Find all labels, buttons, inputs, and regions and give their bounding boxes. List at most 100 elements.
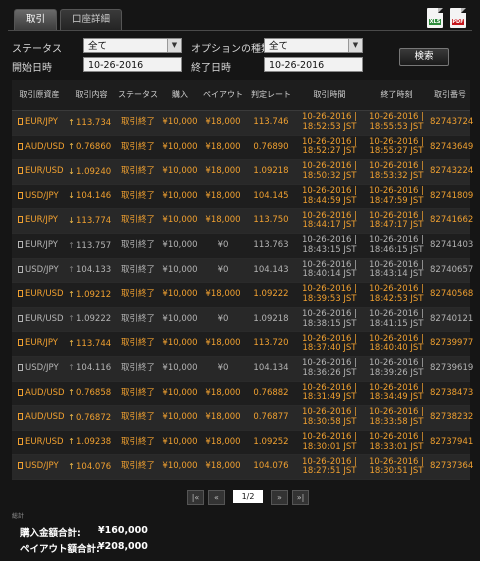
direction-arrow-icon: ↑ [68,142,75,152]
judge-rate-cell: 0.76882 [253,387,289,398]
page-input[interactable]: 1/2 [233,490,263,503]
trade-time-cell: 10-26-2016 | 18:52:53 JST [296,113,363,132]
table-row[interactable]: AUD/USD ↑0.76860 取引終了 ¥10,000 ¥18,000 0.76890… [12,135,474,161]
trade-id-cell: 82741403 [430,240,474,251]
purchase-cell: ¥10,000 [162,141,198,152]
table-row[interactable]: USD/JPY ↑104.076 取引終了 ¥10,000 ¥18,000 104.076… [12,455,473,480]
search-button[interactable]: 検索 [399,48,449,66]
option-type-label: オプションの種類 [191,44,271,55]
trade-time-cell: 10-26-2016 | 18:50:32 JST [296,162,363,181]
table-row[interactable]: EUR/JPY ↑113.757 取引終了 ¥10,000 ¥0 113.763 10-26… [12,233,474,259]
payout-cell: ¥0 [217,362,229,373]
payout-cell: ¥18,000 [205,190,241,201]
table-row[interactable]: EUR/USD ↑1.09222 取引終了 ¥10,000 ¥0 1.09218 10-26… [12,307,473,333]
end-time-cell: 10-26-2016 | 18:33:58 JST [363,408,430,427]
hourglass-icon [18,118,23,126]
header-asset[interactable]: 取引原資産 [12,90,67,100]
header-purchase[interactable]: 購入 [160,90,200,100]
purchase-cell: ¥10,000 [162,117,198,128]
header-trade-time[interactable]: 取引時間 [296,90,363,100]
trade-id-cell: 82743649 [430,141,474,152]
end-date-input[interactable]: 10-26-2016 [264,57,363,72]
purchase-cell: ¥10,000 [162,338,198,349]
table-row[interactable]: USD/JPY ↓104.146 取引終了 ¥10,000 ¥18,000 104.145… [12,184,474,210]
status-cell: 取引終了 [120,412,155,423]
trade-clock: 18:52:27 JST [302,146,357,157]
end-clock: 18:40:40 JST [369,343,424,354]
prev-page-button[interactable]: « [208,490,225,505]
table-row[interactable]: AUD/USD ↑0.76872 取引終了 ¥10,000 ¥18,000 0.76877… [12,406,473,431]
purchase-cell: ¥10,000 [162,166,198,177]
option-type-select[interactable]: 全て ▼ [264,38,363,53]
asset-name: USD/JPY [25,461,59,472]
table-row[interactable]: USD/JPY ↑104.116 取引終了 ¥10,000 ¥0 104.134 10-26… [12,356,473,382]
judge-rate-cell: 113.763 [253,240,289,251]
purchase-cell: ¥10,000 [162,215,198,226]
table-row[interactable]: EUR/JPY ↑113.734 取引終了 ¥10,000 ¥18,000 113.746… [12,111,473,136]
start-date-input[interactable]: 10-26-2016 [83,57,182,72]
end-clock: 18:47:17 JST [369,220,424,231]
hourglass-icon [18,167,23,175]
table-row[interactable]: EUR/USD ↑1.09212 取引終了 ¥10,000 ¥18,000 1.09222… [12,283,473,308]
asset-name: EUR/JPY [25,240,58,251]
hourglass-icon [18,290,23,298]
asset-name: AUD/USD [25,141,65,152]
status-cell: 取引終了 [120,166,155,177]
table-row[interactable]: EUR/JPY ↓113.774 取引終了 ¥10,000 ¥18,000 113.750… [12,209,474,234]
table-row[interactable]: USD/JPY ↑104.133 取引終了 ¥10,000 ¥0 104.143 10-26… [12,258,473,284]
tab-account-details[interactable]: 口座詳細 [60,9,123,30]
asset-name: EUR/JPY [25,215,58,226]
trade-id-cell: 82739977 [430,338,474,349]
judge-rate-cell: 0.76890 [253,141,289,152]
content-cell: ↓1.09240 [67,167,116,178]
pdf-file-icon[interactable]: PDF [450,8,466,28]
purchase-total-value: ¥160,000 [98,525,148,536]
entry-rate: 0.76860 [76,142,112,153]
header-judge-rate[interactable]: 判定レート [246,90,296,100]
end-time-cell: 10-26-2016 | 18:47:17 JST [363,211,430,231]
entry-rate: 0.76872 [76,412,112,423]
trade-clock: 18:27:51 JST [302,466,357,477]
trade-time-cell: 10-26-2016 | 18:36:26 JST [296,359,363,378]
header-trade-id[interactable]: 取引番号 [430,90,470,100]
table-body: EUR/JPY ↑113.734 取引終了 ¥10,000 ¥18,000 113.746… [12,111,474,480]
status-cell: 取引終了 [120,461,155,472]
end-time-cell: 10-26-2016 | 18:47:59 JST [363,187,430,206]
purchase-cell: ¥10,000 [162,190,198,201]
asset-cell: EUR/JPY [12,216,67,226]
header-end-time[interactable]: 終了時刻 [363,90,430,100]
status-cell: 取引終了 [120,141,155,152]
end-time-cell: 10-26-2016 | 18:55:53 JST [363,113,430,132]
trade-id-cell: 82741809 [430,190,474,201]
asset-cell: EUR/JPY [12,117,67,128]
entry-rate: 1.09238 [76,437,112,448]
header-content[interactable]: 取引内容 [67,90,116,100]
next-page-button[interactable]: » [271,490,288,505]
trade-id-cell: 82741662 [430,215,474,226]
content-cell: ↑0.76872 [67,413,116,424]
purchase-cell: ¥10,000 [162,264,198,275]
status-select[interactable]: 全て ▼ [83,38,182,53]
header-status[interactable]: ステータス [116,90,160,100]
purchase-cell: ¥10,000 [162,436,198,447]
payout-cell: ¥18,000 [205,289,241,300]
table-row[interactable]: EUR/JPY ↑113.744 取引終了 ¥10,000 ¥18,000 113.720… [12,332,474,357]
content-cell: ↑0.76860 [67,142,116,153]
last-page-button[interactable]: »| [292,490,309,505]
payout-cell: ¥18,000 [205,117,241,128]
first-page-button[interactable]: |« [187,490,204,505]
asset-name: USD/JPY [25,362,59,373]
table-row[interactable]: EUR/USD ↑1.09238 取引終了 ¥10,000 ¥18,000 1.09252… [12,430,473,456]
trade-clock: 18:31:49 JST [302,392,357,403]
header-payout[interactable]: ペイアウト [200,90,246,100]
judge-rate-cell: 0.76877 [253,412,289,423]
table-row[interactable]: AUD/USD ↑0.76858 取引終了 ¥10,000 ¥18,000 0.76882… [12,381,473,407]
asset-name: EUR/JPY [25,338,58,349]
asset-cell: USD/JPY [12,362,67,374]
trade-clock: 18:44:59 JST [302,195,357,206]
excel-file-icon[interactable]: XLS [427,8,443,28]
judge-rate-cell: 113.746 [253,117,289,128]
table-row[interactable]: EUR/USD ↓1.09240 取引終了 ¥10,000 ¥18,000 1.09218… [12,160,473,185]
content-cell: ↑0.76858 [67,388,116,399]
tab-trades[interactable]: 取引 [14,9,58,30]
